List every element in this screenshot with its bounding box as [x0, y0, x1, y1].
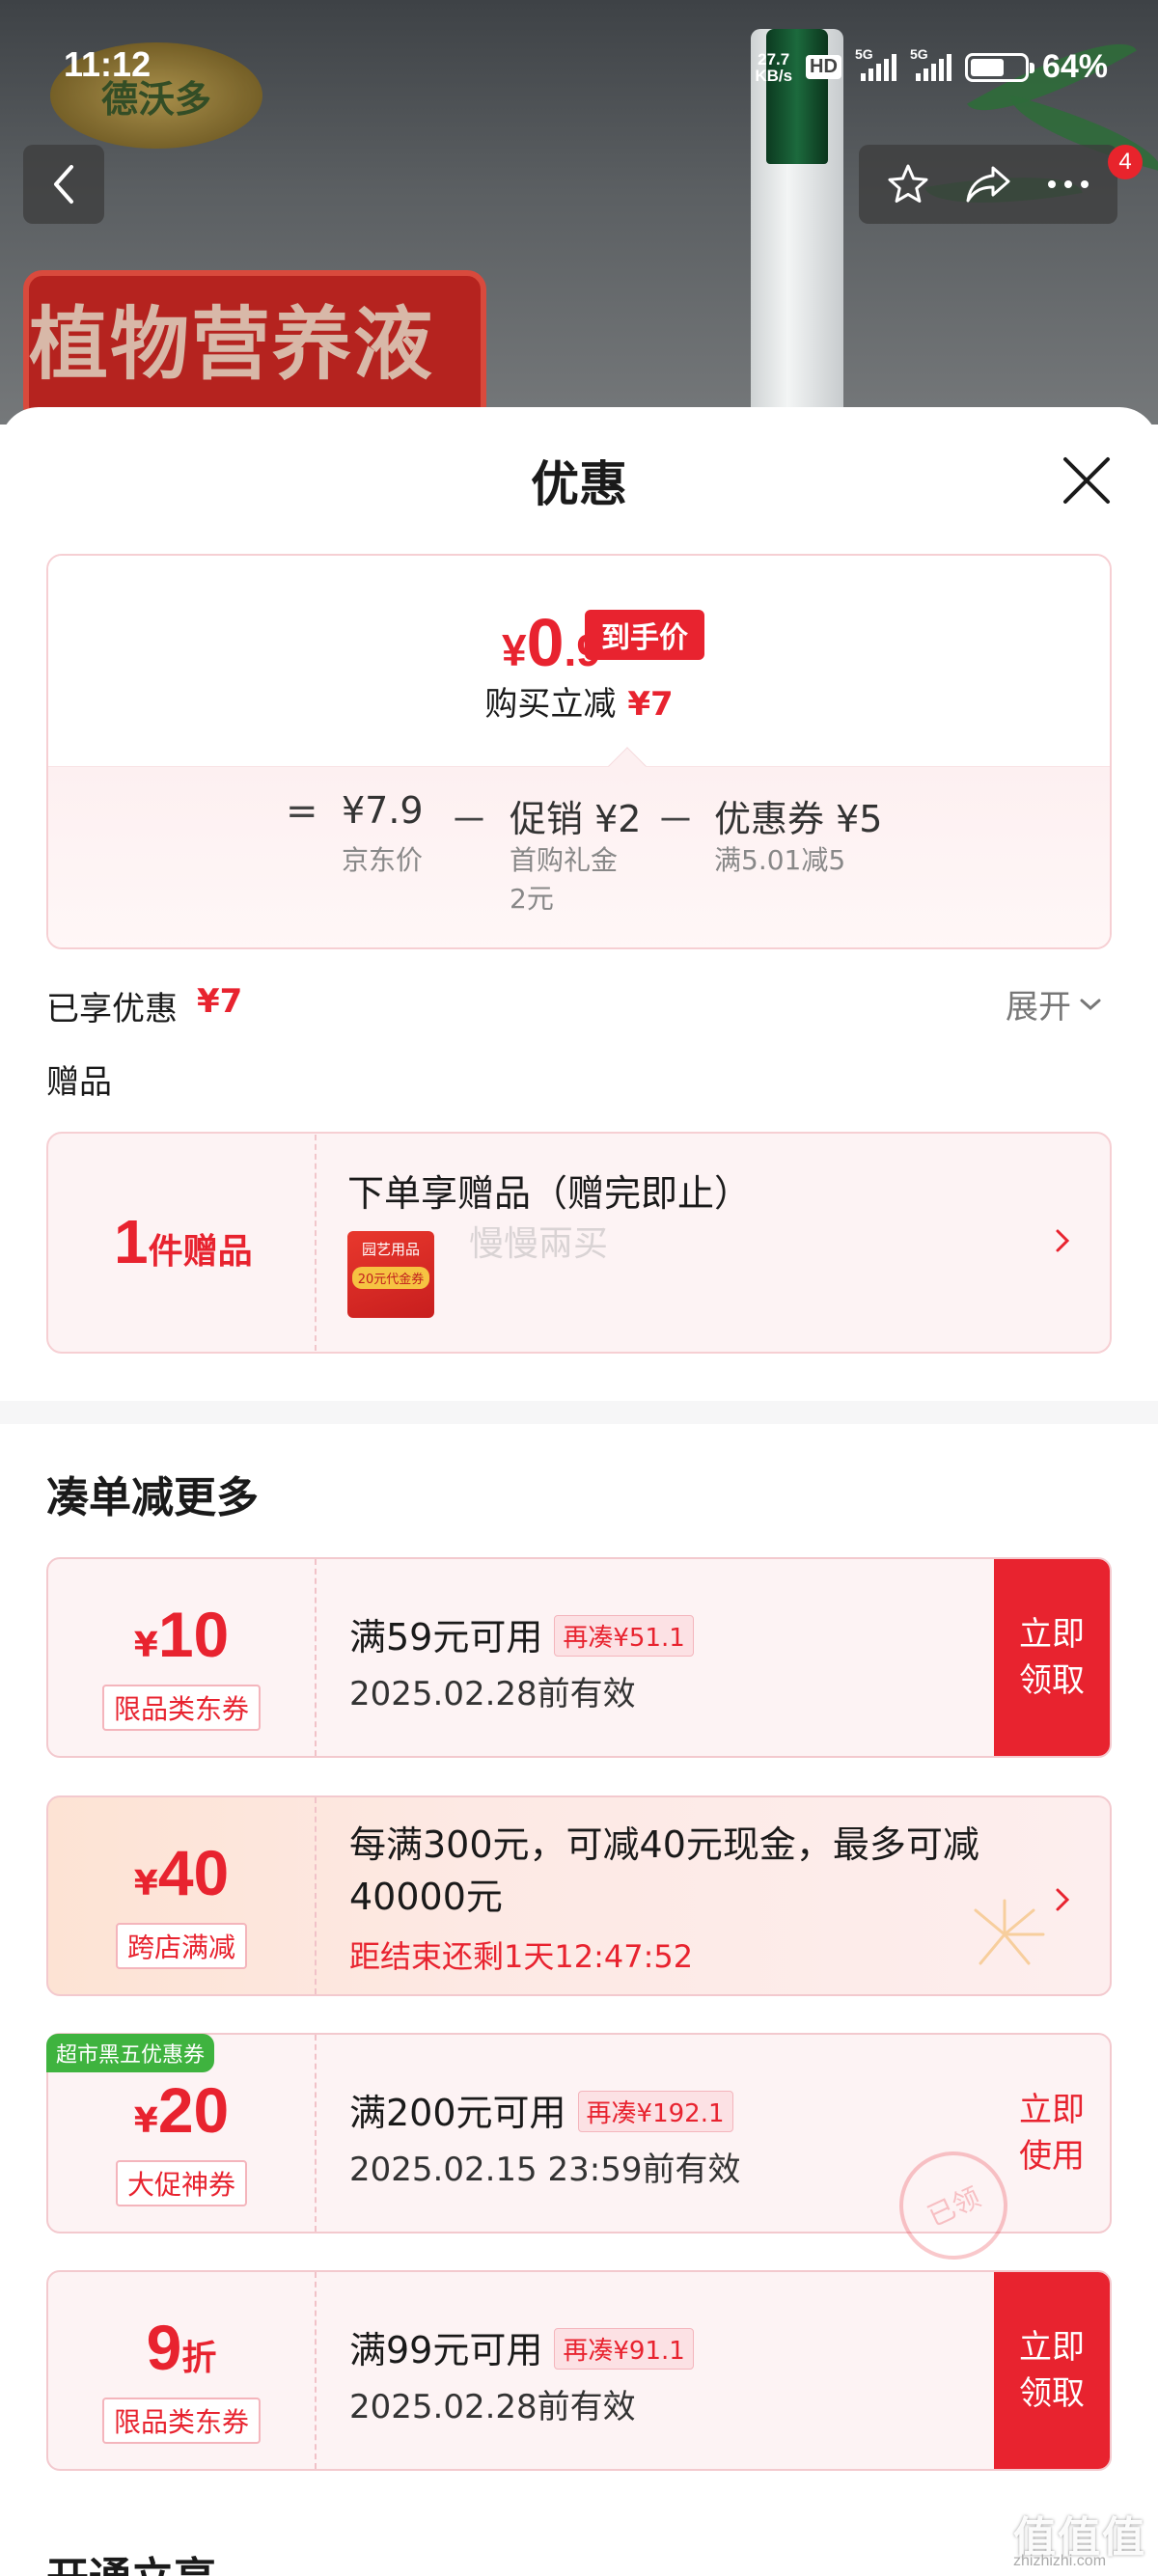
- coupon-type: 限品类东券: [101, 2398, 262, 2444]
- use-coupon-button[interactable]: 立即 使用: [994, 2035, 1110, 2232]
- coupon-amount: 9折: [146, 2312, 217, 2383]
- gift-count: 1件赠品: [114, 1207, 253, 1276]
- coupon-expiry: 2025.02.15 23:59前有效: [349, 2151, 741, 2189]
- more-button[interactable]: [1039, 155, 1097, 213]
- gift-section-label: 赠品: [46, 1063, 112, 1102]
- coupon-expiry: 2025.02.28前有效: [349, 1675, 636, 1713]
- expand-label: 展开: [1006, 988, 1071, 1027]
- gift-thumbnail[interactable]: 园艺用品 20元代金券: [347, 1231, 434, 1318]
- final-price-tag: 到手价: [585, 610, 704, 660]
- battery-fill: [970, 58, 1005, 76]
- coupon-divider: [315, 2272, 317, 2469]
- coupon-countdown: 距结束还剩1天12:47:52: [349, 1938, 694, 1975]
- more-dots-icon: [1047, 180, 1089, 188]
- breakdown-coupon-label: 满5.01减5: [714, 844, 846, 876]
- coupon-card-cross-store[interactable]: ¥40 跨店满减 每满300元，可减40元现金，最多可减40000元 距结束还剩…: [46, 1795, 1112, 1996]
- top-action-group: [859, 145, 1117, 224]
- coupon-amount: ¥10: [133, 1599, 230, 1670]
- coupon-type: 跨店满减: [115, 1923, 248, 1969]
- equals-sign: =: [286, 789, 318, 834]
- promo-banner-text: 植物营养液: [29, 299, 435, 391]
- enjoyed-discount-label: 已享优惠: [46, 990, 178, 1028]
- sparkle-decoration-icon: [974, 1899, 1045, 1965]
- gift-title: 下单享赠品（赠完即止）: [347, 1172, 752, 1215]
- coupon-left: 9折 限品类东券: [48, 2272, 315, 2469]
- gift-card-divider: [315, 1135, 317, 1351]
- breakdown-coupon: 优惠券 ¥5: [714, 798, 883, 840]
- section-title-membership: 开通立享: [46, 2543, 216, 2576]
- status-indicators: 27.7 KB/s HD 5G 5G 64%: [755, 46, 1108, 86]
- status-bar: 11:12 27.7 KB/s HD 5G 5G 64%: [0, 39, 1158, 96]
- signal-icon: 5G: [855, 46, 896, 81]
- chevron-left-icon: [54, 165, 73, 204]
- network-speed: 27.7 KB/s: [755, 49, 793, 85]
- star-icon: [888, 164, 928, 203]
- coupon-type: 大促神券: [115, 2160, 248, 2206]
- breakdown-promo: 促销 ¥2: [510, 798, 642, 840]
- breakdown-promo-label: 首购礼金: [510, 844, 619, 876]
- coupon-left: ¥10 限品类东券: [48, 1559, 315, 1756]
- add-more-tag: 再凑¥91.1: [554, 2328, 694, 2370]
- sheet-title: 优惠: [531, 456, 627, 512]
- coupon-left: ¥40 跨店满减: [48, 1797, 315, 1994]
- claim-coupon-button[interactable]: 立即 领取: [994, 2272, 1110, 2469]
- favorite-button[interactable]: [879, 155, 937, 213]
- watermark-url: zhizhizhi.com: [1013, 2553, 1107, 2569]
- coupon-expiry: 2025.02.28前有效: [349, 2388, 636, 2426]
- close-button[interactable]: [1058, 452, 1116, 509]
- claim-coupon-button[interactable]: 立即 领取: [994, 1559, 1110, 1756]
- coupon-condition: 满59元可用 再凑¥51.1: [349, 1607, 694, 1660]
- chevron-right-icon: [1056, 1229, 1070, 1252]
- expand-button[interactable]: 展开: [1006, 980, 1102, 1028]
- signal-icon: 5G: [910, 46, 951, 81]
- add-more-tag: 再凑¥51.1: [554, 1615, 694, 1657]
- section-title-more: 凑单减更多: [46, 1473, 259, 1522]
- close-icon: [1063, 457, 1110, 504]
- coupon-condition: 满200元可用 再凑¥192.1: [349, 2083, 733, 2136]
- coupon-description: 每满300元，可减40元现金，最多可减40000元: [349, 1823, 979, 1918]
- coupon-divider: [315, 1797, 317, 1994]
- status-time: 11:12: [64, 44, 152, 84]
- back-button[interactable]: [23, 145, 104, 224]
- chevron-right-icon: [1056, 1888, 1070, 1911]
- gift-faint-text: 慢慢兩买: [469, 1224, 609, 1264]
- share-button[interactable]: [959, 155, 1017, 213]
- breakdown-jd-price-label: 京东价: [342, 844, 424, 876]
- price-card: ¥0.9: [46, 554, 1112, 949]
- coupon-divider: [315, 2035, 317, 2232]
- chevron-down-icon: [1080, 999, 1101, 1010]
- minus-sign: －: [656, 799, 695, 843]
- breakdown-promo-label-2: 2元: [510, 883, 554, 915]
- section-separator: [0, 1401, 1158, 1424]
- add-more-tag: 再凑¥192.1: [577, 2091, 733, 2132]
- coupon-card: 9折 限品类东券 满99元可用 再凑¥91.1 2025.02.28前有效 立即领…: [46, 2270, 1112, 2471]
- coupon-type: 限品类东券: [101, 1685, 262, 1731]
- breakdown-jd-price: ¥7.9: [342, 789, 424, 832]
- message-count-badge: 4: [1108, 145, 1143, 179]
- battery-icon: [964, 52, 1034, 82]
- enjoyed-discount-amount: ¥7: [197, 982, 243, 1021]
- instant-reduction: 购买立减 ¥7: [484, 685, 674, 724]
- coupon-corner-tag: 超市黑五优惠券: [46, 2034, 215, 2072]
- coupon-card: ¥10 限品类东券 满59元可用 再凑¥51.1 2025.02.28前有效 立即…: [46, 1557, 1112, 1758]
- coupon-condition: 满99元可用 再凑¥91.1: [349, 2320, 694, 2373]
- coupon-amount: ¥40: [133, 1837, 230, 1908]
- minus-sign: －: [450, 799, 488, 843]
- hd-icon: HD: [806, 55, 841, 79]
- share-icon: [966, 166, 1010, 203]
- coupon-amount: ¥20: [133, 2074, 230, 2146]
- coupon-divider: [315, 1559, 317, 1756]
- battery-percent: 64%: [1041, 48, 1108, 85]
